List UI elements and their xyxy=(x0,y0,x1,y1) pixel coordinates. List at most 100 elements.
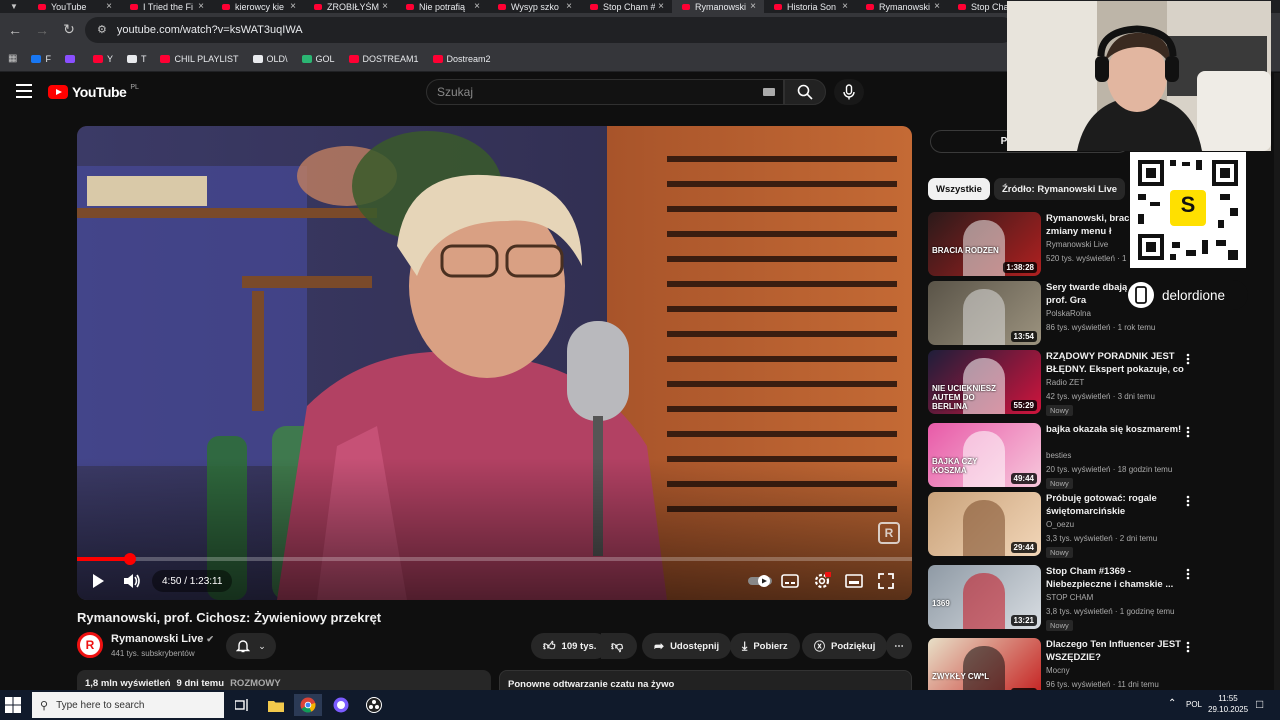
tab-close-icon[interactable]: × xyxy=(934,1,940,12)
browser-tab[interactable]: kierowcy kie × xyxy=(212,0,304,13)
bookmark-item[interactable]: Dostream2 xyxy=(432,54,491,64)
keyboard-icon[interactable] xyxy=(763,88,775,96)
reload-button[interactable]: ↻ xyxy=(57,18,81,42)
tab-search-button[interactable]: ▼ xyxy=(0,0,28,13)
tab-label: Rymanowski xyxy=(879,1,931,12)
input-language[interactable]: POL xyxy=(1186,700,1202,709)
tab-close-icon[interactable]: × xyxy=(198,1,204,12)
chip-all[interactable]: Wszystkie xyxy=(928,178,990,200)
taskbar-search-input[interactable]: ⚲ Type here to search xyxy=(32,692,224,718)
channel-name[interactable]: Rymanowski Live ✔ xyxy=(111,633,214,645)
address-bar[interactable]: ⚙ youtube.com/watch?v=ksWAT3uqIWA xyxy=(85,16,1015,43)
search-button[interactable] xyxy=(784,79,826,105)
bookmark-item[interactable]: OLD\ xyxy=(252,54,288,64)
like-button[interactable]: 👍︎ 109 tys. xyxy=(531,633,609,659)
clock[interactable]: 11:55 29.10.2025 xyxy=(1208,693,1248,715)
more-vertical-icon[interactable] xyxy=(1186,640,1198,654)
tab-close-icon[interactable]: × xyxy=(842,1,848,12)
tab-close-icon[interactable]: × xyxy=(566,1,572,12)
recommended-video[interactable]: 1369 13:21 Stop Cham #1369 - Niebezpieczne… xyxy=(928,565,1198,631)
fullscreen-button[interactable] xyxy=(875,570,897,592)
subtitles-button[interactable] xyxy=(779,570,801,592)
bookmark-item[interactable] xyxy=(64,54,79,63)
page-scrollbar[interactable] xyxy=(1274,73,1280,690)
bookmark-item[interactable]: DOSTREAM1 xyxy=(348,54,419,64)
time-text: 4:50 / 1:23:11 xyxy=(162,575,223,587)
apps-icon[interactable]: ▦ xyxy=(8,53,17,64)
menu-icon[interactable] xyxy=(16,84,32,100)
more-actions-button[interactable]: ⋯ xyxy=(886,633,912,659)
more-vertical-icon[interactable] xyxy=(1186,567,1198,581)
browser-tab[interactable]: Rymanowski × xyxy=(856,0,948,13)
bookmark-item[interactable]: CHIL PLAYLIST xyxy=(160,54,239,64)
mute-button[interactable] xyxy=(121,570,143,592)
bookmark-item[interactable]: T xyxy=(126,54,146,64)
more-vertical-icon[interactable] xyxy=(1186,494,1198,508)
browser-tab[interactable]: Stop Cham # × xyxy=(580,0,672,13)
miniplayer-button[interactable] xyxy=(843,570,865,592)
channel-avatar[interactable]: R xyxy=(77,632,103,658)
qr-code[interactable]: S xyxy=(1130,152,1246,268)
recommended-video[interactable]: 29:44 Próbuję gotować: rogale świętomarci… xyxy=(928,492,1198,558)
settings-button[interactable] xyxy=(811,570,833,592)
tab-label: kierowcy kie xyxy=(235,1,285,12)
obs-icon[interactable] xyxy=(360,694,388,716)
progress-scrubber[interactable] xyxy=(123,553,136,565)
browser-tab[interactable]: YouTube × xyxy=(28,0,120,13)
browser-tab[interactable]: Rymanowski × xyxy=(672,0,764,13)
video-thumbnail[interactable]: 1369 13:21 xyxy=(928,565,1041,629)
autoplay-toggle[interactable] xyxy=(747,570,773,592)
recommended-channel: O_oezu xyxy=(1046,520,1075,529)
chrome-icon[interactable] xyxy=(294,694,322,716)
share-button[interactable]: ➦ Udostępnij xyxy=(642,633,732,659)
tab-close-icon[interactable]: × xyxy=(290,1,296,12)
subscribed-bell-button[interactable]: ⌄ xyxy=(226,633,276,659)
notifications-icon[interactable]: □ xyxy=(1256,697,1263,711)
video-thumbnail[interactable]: 13:54 xyxy=(928,281,1041,345)
bookmark-favicon-icon xyxy=(64,54,75,63)
chip-source[interactable]: Źródło: Rymanowski Live xyxy=(994,178,1126,200)
file-explorer-icon[interactable] xyxy=(262,694,290,716)
recommended-video[interactable]: NIE UCIEKNIESZ AUTEM DO BERLINA 55:29 RZĄD… xyxy=(928,350,1198,416)
tab-close-icon[interactable]: × xyxy=(382,1,388,12)
browser-tab[interactable]: I Tried the Fi × xyxy=(120,0,212,13)
video-thumbnail[interactable]: BAJKA CZY KOSZMA 49:44 xyxy=(928,423,1041,487)
task-view-icon[interactable] xyxy=(228,694,256,716)
miniplayer-icon xyxy=(845,574,863,588)
tab-close-icon[interactable]: × xyxy=(106,1,112,12)
bookmark-item[interactable]: Y xyxy=(92,54,113,64)
tab-close-icon[interactable]: × xyxy=(750,1,756,12)
tray-chevron-icon[interactable]: ⌃ xyxy=(1168,698,1176,709)
download-button[interactable]: ⤓ Pobierz xyxy=(730,633,800,659)
bookmark-item[interactable]: F xyxy=(31,54,51,64)
video-thumbnail[interactable]: BRACIA RODZEN 1:38:28 xyxy=(928,212,1041,276)
video-thumbnail[interactable]: NIE UCIEKNIESZ AUTEM DO BERLINA 55:29 xyxy=(928,350,1041,414)
search-input[interactable]: Szukaj xyxy=(426,79,784,105)
more-vertical-icon[interactable] xyxy=(1186,352,1198,366)
thanks-button[interactable]: ⓧ Podziękuj xyxy=(802,633,888,659)
channel-watermark[interactable]: R xyxy=(878,522,900,544)
voice-search-button[interactable] xyxy=(834,79,864,105)
bookmark-item[interactable]: GOL xyxy=(301,54,335,64)
video-thumbnail[interactable]: 29:44 xyxy=(928,492,1041,556)
youtube-favicon-icon xyxy=(222,3,230,10)
dislike-button[interactable]: 👎︎ xyxy=(601,633,637,659)
recommended-video[interactable]: BAJKA CZY KOSZMA 49:44 bajka okazała się k… xyxy=(928,423,1198,489)
forward-button[interactable]: → xyxy=(30,18,54,42)
messenger-icon[interactable] xyxy=(327,694,355,716)
tab-close-icon[interactable]: × xyxy=(474,1,480,12)
youtube-logo[interactable]: YouTube PL xyxy=(48,84,139,100)
progress-bar[interactable] xyxy=(77,553,912,565)
site-info-icon[interactable]: ⚙ xyxy=(97,23,107,36)
tab-close-icon[interactable]: × xyxy=(658,1,664,12)
video-player[interactable]: R 4:50 / 1:23:11 xyxy=(77,126,912,600)
windows-start-icon[interactable] xyxy=(4,696,22,714)
browser-tab[interactable]: ZROBIŁYŚMY× xyxy=(304,0,396,13)
browser-tab[interactable]: Nie potrafią × xyxy=(396,0,488,13)
more-vertical-icon[interactable] xyxy=(1186,425,1198,439)
play-button[interactable] xyxy=(87,570,109,592)
browser-tab[interactable]: Wysyp szko × xyxy=(488,0,580,13)
back-button[interactable]: ← xyxy=(3,18,27,42)
recommended-title: Stop Cham #1369 - Niebezpieczne i chamsk… xyxy=(1046,566,1174,590)
browser-tab[interactable]: Historia Son × xyxy=(764,0,856,13)
